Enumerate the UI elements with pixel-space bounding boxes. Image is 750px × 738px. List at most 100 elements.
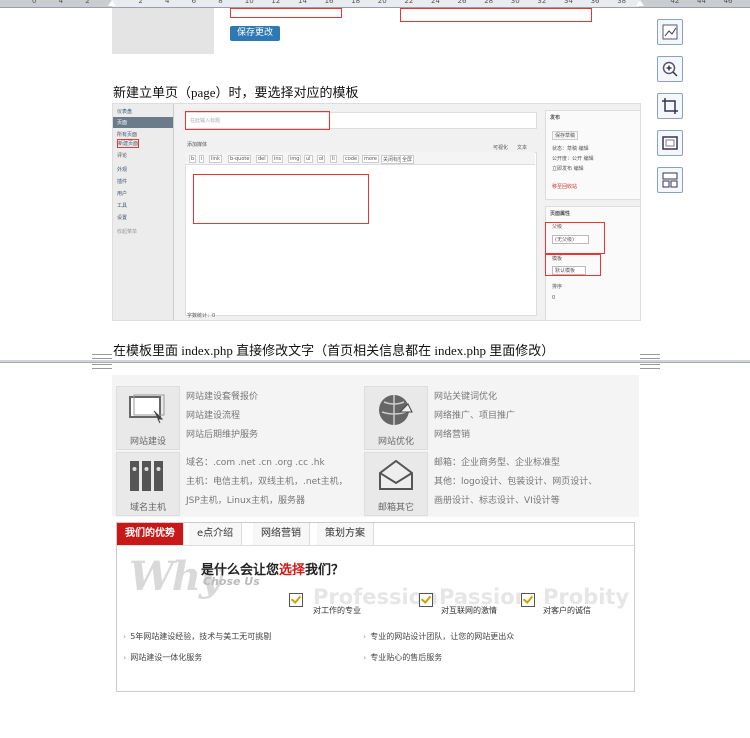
service-icon-seo: 网站优化 [364,386,428,450]
wordpress-admin-screenshot: 仪表盘 页面 所有页面 新建页面 评论 外观 插件 用户 工具 设置 收起菜单 … [112,103,641,321]
server-icon [130,461,163,491]
toolbar-button: b-quote [228,155,252,163]
feature-label: 对互联网的激情 [441,606,497,615]
ruler-tick-label: 2 [85,0,90,5]
ruler[interactable]: 0 4 2 2 4 6 8 10 12 14 16 18 20 22 24 26 28 30 32 34 36 38 42 4… [0,0,750,8]
ruler-tick-label: 4 [58,0,64,5]
service-label: 邮箱其它 [377,503,414,513]
toolbar-button: code [343,155,360,163]
sidebar-item: 外观 [117,167,128,173]
advantage-bullet: 专业的网站设计团队，让您的网站更出众 [363,631,514,642]
service-icon-mail: 邮箱其它 [364,452,428,516]
ruler-tick-label: 16 [324,0,334,5]
sidebar-item: 仪表盘 [117,109,133,115]
layout-tool-button[interactable] [657,167,683,193]
service-link: 画册设计、标志设计、VI设计等 [434,496,560,506]
sidebar-item: 设置 [117,215,128,221]
caption-index-php[interactable]: 在模板里面 index.php 直接修改文字（首页相关信息都在 index.ph… [113,340,554,359]
ruler-tick-label: 2 [138,0,143,5]
red-highlight-box [545,254,601,276]
zoom-tool-button[interactable] [657,56,683,82]
service-link: 网络推广、项目推广 [434,411,516,421]
feature-label: 对客户的诚信 [543,606,591,615]
caption-template[interactable]: 新建立单页（page）时，要选择对应的模板 [113,82,359,101]
red-highlight-box [185,111,330,130]
service-links: 域名：.com .net .cn .org .cc .hk 主机：电信主机，双线… [186,454,348,511]
toolbar-button: 全屏 [400,155,415,164]
sidebar-item: 页面 [117,120,128,126]
sidebar-item: 用户 [117,191,128,197]
service-link: 域名：.com .net .cn .org .cc .hk [186,458,325,468]
ruler-tick-label: 6 [191,0,197,5]
service-icon-domain: 域名主机 [116,452,180,516]
fragment-sidebar [112,8,214,54]
ruler-tick-label: 46 [723,0,733,5]
why-heading-part: 我们？ [305,563,345,578]
add-media-button: 添加媒体 [187,142,208,148]
ruler-tick-label: 22 [404,0,414,5]
toolbar-button: link [209,155,222,163]
tab-marketing: 网络营销 [253,523,310,545]
ruler-tick-label: 28 [484,0,494,5]
service-link: 网站建设流程 [186,411,241,421]
ruler-tick-label: 20 [377,0,387,5]
advantage-bullet: 专业贴心的售后服务 [363,652,442,663]
sidebar-item: 评论 [117,153,128,159]
chart-tool-button[interactable] [657,19,683,45]
service-icon-website: 网站建设 [116,386,180,450]
word-count: 字数统计：0 [187,313,216,319]
ruler-tick-label: 8 [218,0,223,5]
save-draft-button: 保存草稿 [552,131,579,140]
service-label: 网站建设 [129,437,166,447]
toolbar-button: ins [272,155,284,163]
ruler-tick-label: 12 [271,0,281,5]
frame-tool-button[interactable] [657,130,683,156]
service-link: 其他：logo设计、包装设计、网页设计、 [434,477,598,487]
check-icon [521,593,535,607]
editor-tab-visual: 可视化 [493,145,509,151]
service-links: 网站建设套餐报价 网站建设流程 网站后期维护服务 [186,388,258,445]
right-indent-marker[interactable] [636,0,644,6]
toolbar-button: more [362,155,379,163]
toolbar-button: ol [317,155,326,163]
envelope-icon [379,459,413,490]
publish-box: 发布 保存草稿 状态：草稿 编辑 公开度：公开 编辑 立即发布 编辑 移至回收站 [545,110,640,200]
zoom-in-icon [662,61,678,77]
feature-label: 对工作的专业 [313,606,361,615]
ruler-tick-label: 4 [165,0,170,5]
tab-planning: 策划方案 [317,523,374,545]
ruler-tick-label: 10 [244,0,254,5]
service-link: 网站后期维护服务 [186,430,259,440]
publish-title: 发布 [550,115,561,121]
why-heading: 是什么会让您选择我们？ [201,559,344,578]
tab-advantages: 我们的优势 [117,523,184,545]
page-corner-mark [640,354,660,359]
editor-toolbar: b i link b-quote del ins img ul ol li code more 关闭标签… [185,152,535,165]
tab-intro: e点介绍 [189,523,243,545]
service-label: 网站优化 [377,437,414,447]
ruler-tick-label: 44 [697,0,706,5]
toolbar-button: i [199,155,205,163]
check-icon [419,593,433,607]
left-indent-marker[interactable] [108,0,116,6]
screenshot-fragment-top: 保存更改 [112,8,639,56]
sidebar-item: 插件 [117,179,128,185]
save-changes-button: 保存更改 [230,26,280,41]
ruler-tick-label: 32 [537,0,547,5]
crop-tool-button[interactable] [657,93,683,119]
sidebar-item: 新建页面 [117,139,140,148]
publish-visibility: 公开度：公开 编辑 [552,156,594,162]
page-corner-mark [92,354,112,359]
crop-icon [662,98,678,114]
admin-sidebar: 仪表盘 页面 所有页面 新建页面 评论 外观 插件 用户 工具 设置 收起菜单 [113,104,174,320]
layout-icon [662,172,678,188]
page-break [0,360,750,363]
publish-schedule: 立即发布 编辑 [552,166,584,172]
service-link: 网站关键词优化 [434,392,498,402]
advantages-panel: 我们的优势 e点介绍 网络营销 策划方案 Why Chose Us 是什么会让您… [116,522,635,692]
service-label: 域名主机 [129,503,166,513]
publish-status: 状态：草稿 编辑 [552,146,589,152]
ruler-tick-label: 36 [590,0,600,5]
toolbar-button: li [330,155,337,163]
page-corner-mark [92,364,112,369]
